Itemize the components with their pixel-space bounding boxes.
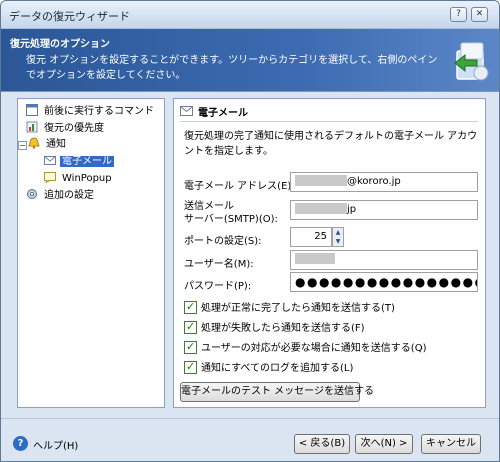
port-stepper[interactable]: ▲ ▼ [332, 227, 344, 247]
email-heading-icon [180, 106, 193, 116]
stepper-up-icon[interactable]: ▲ [333, 228, 343, 237]
panel-divider [180, 121, 478, 122]
port-field[interactable]: 25 [290, 227, 332, 247]
window-title: データの復元ウィザード [9, 10, 130, 23]
notification-icon [28, 137, 40, 149]
banner-heading: 復元処理のオプション [10, 39, 110, 50]
header-banner: 復元処理のオプション 復元 オプションを設定することができます。ツリーからカテゴ… [1, 29, 499, 92]
tree-item-label: 追加の設定 [44, 190, 94, 201]
checkbox-notify-failure[interactable]: 処理が失敗したら通知を送信する(F) [184, 320, 365, 335]
wizard-window: データの復元ウィザード ? ✕ 復元処理のオプション 復元 オプションを設定する… [0, 0, 500, 462]
help-link[interactable]: ヘルプ(H) [33, 437, 78, 452]
tree-item-email[interactable]: 電子メール [44, 154, 114, 170]
tree-item-label: 復元の優先度 [44, 123, 104, 134]
redacted-text [295, 203, 347, 214]
smtp-server-value: jp [347, 204, 357, 215]
username-label: ユーザー名(M): [184, 259, 254, 270]
restore-wizard-icon [454, 42, 489, 81]
tree-item-additional-settings[interactable]: 追加の設定 [26, 188, 96, 204]
email-address-value: @kororo.jp [347, 176, 401, 187]
banner-description: 復元 オプションを設定することができます。ツリーからカテゴリを選択して、右側のペ… [26, 55, 438, 81]
password-field[interactable]: ●●●●●●●●●●●●●●●● [290, 272, 478, 292]
priority-icon [26, 121, 38, 133]
password-label: パスワード(P): [184, 281, 252, 292]
tree-item-label: 通知 [46, 139, 66, 150]
panel-description: 復元処理の完了通知に使用されるデフォルトの電子メール アカウントを指定します。 [184, 131, 478, 157]
checkbox-add-full-log[interactable]: 通知にすべてのログを追加する(L) [184, 360, 354, 375]
email-options-panel: 電子メール 復元処理の完了通知に使用されるデフォルトの電子メール アカウントを指… [173, 98, 486, 408]
checkbox-checked-icon[interactable] [184, 320, 197, 334]
smtp-label-line2: サーバー(SMTP)(O): [184, 214, 278, 225]
command-icon [26, 104, 38, 116]
back-button[interactable]: < 戻る(B) [294, 434, 350, 454]
port-label: ポートの設定(S): [184, 236, 262, 247]
tree-item-label: WinPopup [62, 173, 112, 184]
settings-icon [27, 189, 37, 199]
redacted-text [295, 175, 347, 186]
tree-item-winpopup[interactable]: WinPopup [44, 171, 114, 187]
checkbox-notify-success[interactable]: 処理が正常に完了したら通知を送信する(T) [184, 300, 395, 315]
tree-item-notification[interactable]: 通知 [28, 137, 68, 153]
help-icon[interactable]: ? [13, 436, 28, 451]
checkbox-checked-icon[interactable] [184, 360, 197, 374]
title-bar: データの復元ウィザード ? ✕ [1, 1, 499, 29]
username-field[interactable] [290, 250, 478, 270]
stepper-down-icon[interactable]: ▼ [333, 237, 343, 246]
checkbox-label: ユーザーの対応が必要な場合に通知を送信する(Q) [201, 343, 427, 354]
email-icon [44, 156, 56, 165]
email-address-label: 電子メール アドレス(E): [184, 181, 295, 192]
next-button[interactable]: 次へ(N) > [355, 434, 413, 454]
wizard-footer: ? ヘルプ(H) < 戻る(B) 次へ(N) > キャンセル [1, 418, 499, 461]
winpopup-icon [44, 172, 56, 183]
checkbox-label: 処理が正常に完了したら通知を送信する(T) [201, 303, 395, 314]
close-button[interactable]: ✕ [471, 7, 488, 22]
checkbox-checked-icon[interactable] [184, 340, 197, 354]
email-address-field[interactable]: @kororo.jp [290, 172, 478, 192]
options-tree: 前後に実行するコマンド 復元の優先度 − 通知 電子メール WinPopup 追… [17, 98, 165, 408]
tree-item-label: 電子メール [60, 156, 114, 167]
panel-heading: 電子メール [198, 108, 248, 119]
checkbox-label: 通知にすべてのログを追加する(L) [201, 363, 354, 374]
tree-item-commands[interactable]: 前後に実行するコマンド [26, 104, 156, 120]
send-test-message-button[interactable]: 電子メールのテスト メッセージを送信する [180, 382, 374, 402]
tree-item-label: 前後に実行するコマンド [44, 106, 154, 117]
notification-expander[interactable]: − [18, 141, 27, 150]
tree-item-priority[interactable]: 復元の優先度 [26, 121, 106, 137]
checkbox-notify-user-action[interactable]: ユーザーの対応が必要な場合に通知を送信する(Q) [184, 340, 427, 355]
smtp-server-field[interactable]: jp [290, 200, 478, 220]
checkbox-checked-icon[interactable] [184, 300, 197, 314]
help-title-button[interactable]: ? [450, 7, 467, 22]
cancel-button[interactable]: キャンセル [421, 434, 481, 454]
checkbox-label: 処理が失敗したら通知を送信する(F) [201, 323, 365, 334]
redacted-text [295, 253, 335, 264]
content-area: 前後に実行するコマンド 復元の優先度 − 通知 電子メール WinPopup 追… [1, 92, 499, 418]
